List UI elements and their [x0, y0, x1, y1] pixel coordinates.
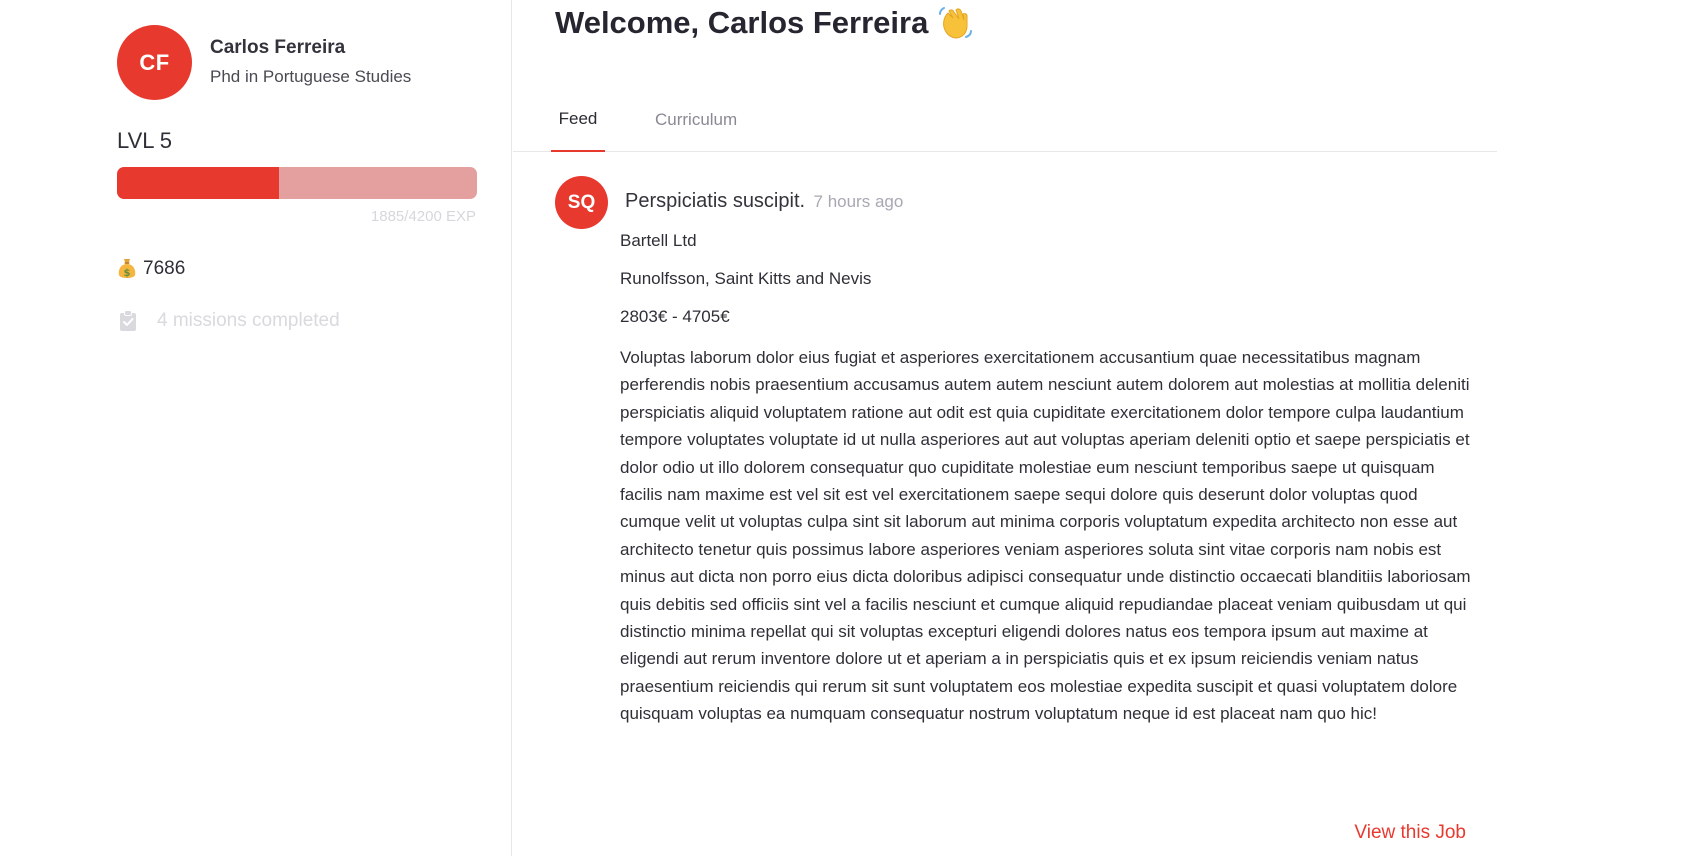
- missions-completed: 4 missions completed: [119, 310, 340, 332]
- coins-value: 7686: [143, 258, 186, 279]
- post-header: Perspiciatis suscipit. 7 hours ago: [625, 190, 903, 213]
- profile-text: Carlos Ferreira Phd in Portuguese Studie…: [210, 35, 411, 90]
- profile-name: Carlos Ferreira: [210, 37, 346, 58]
- post-company: Bartell Ltd: [620, 231, 697, 250]
- profile-degree: Phd in Portuguese Studies: [210, 67, 412, 86]
- avatar[interactable]: CF: [117, 25, 192, 100]
- waving-hand-icon: [936, 4, 974, 42]
- tab-bar: Feed Curriculum: [513, 88, 1497, 152]
- main-content: Welcome, Carlos Ferreira Feed Curriculum…: [513, 0, 1497, 856]
- post-time: 7 hours ago: [813, 192, 904, 211]
- profile-card: CF Carlos Ferreira Phd in Portuguese Stu…: [117, 25, 411, 100]
- page-title: Welcome, Carlos Ferreira: [555, 4, 974, 42]
- tab-curriculum[interactable]: Curriculum: [655, 88, 737, 152]
- welcome-text: Welcome, Carlos Ferreira: [555, 5, 929, 40]
- tab-feed[interactable]: Feed: [551, 88, 605, 152]
- missions-label: 4 missions completed: [157, 310, 340, 331]
- post-salary: 2803€ - 4705€: [620, 307, 730, 326]
- exp-progress-bar: [117, 167, 477, 199]
- post-location: Runolfsson, Saint Kitts and Nevis: [620, 269, 872, 288]
- exp-text: 1885/4200 EXP: [370, 208, 476, 225]
- post-avatar[interactable]: SQ: [555, 176, 608, 229]
- view-job-link[interactable]: View this Job: [1354, 822, 1466, 844]
- sidebar: CF Carlos Ferreira Phd in Portuguese Stu…: [0, 0, 512, 856]
- clipboard-check-icon: [119, 310, 137, 332]
- post-title: Perspiciatis suscipit.: [625, 190, 806, 212]
- level-label: LVL 5: [117, 128, 173, 153]
- coins-balance: $ 7686: [117, 258, 185, 280]
- svg-text:$: $: [124, 268, 131, 279]
- post-body: Bartell Ltd Runolfsson, Saint Kitts and …: [620, 230, 1486, 728]
- money-bag-icon: $: [117, 258, 137, 280]
- exp-progress-fill: [117, 167, 279, 199]
- post-description: Voluptas laborum dolor eius fugiat et as…: [620, 348, 1471, 724]
- app: CF Carlos Ferreira Phd in Portuguese Stu…: [0, 0, 1688, 856]
